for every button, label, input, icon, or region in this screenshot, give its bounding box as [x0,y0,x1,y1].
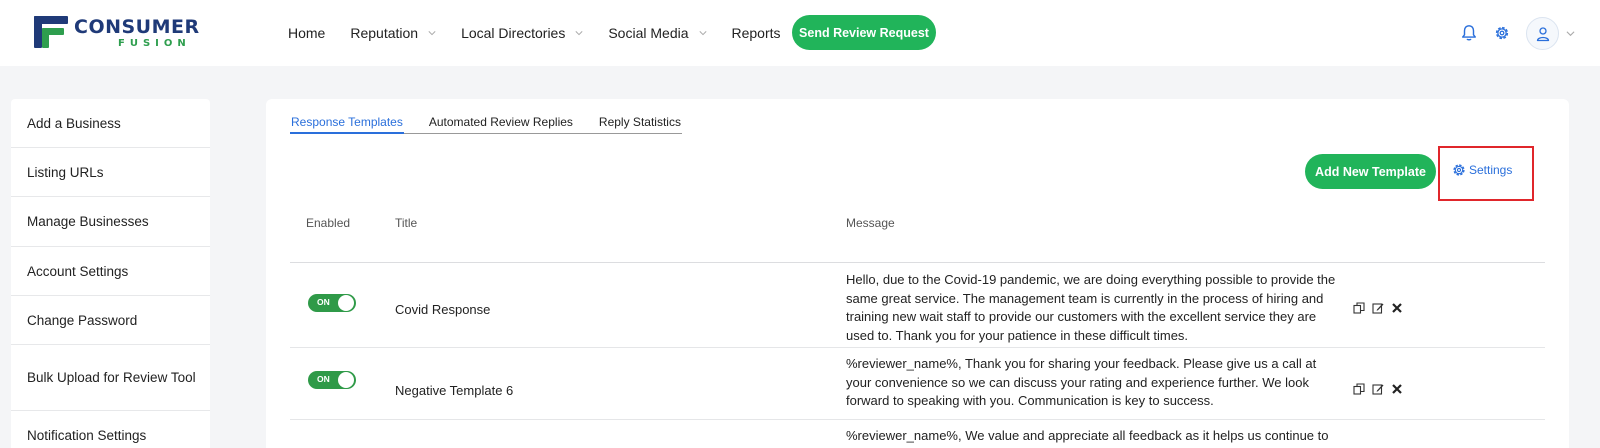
response-templates-panel: Response Templates Automated Review Repl… [266,99,1569,448]
column-header-message: Message [846,216,895,230]
edit-icon[interactable] [1372,383,1384,395]
table-header-divider [290,262,1545,263]
enabled-toggle[interactable]: ON [308,371,356,389]
chevron-down-icon[interactable] [1566,29,1575,38]
tab-response-templates[interactable]: Response Templates [290,115,404,134]
sidebar-item-bulk-upload[interactable]: Bulk Upload for Review Tool [11,345,210,411]
settings-link-label: Settings [1469,163,1513,177]
sidebar-item-add-business[interactable]: Add a Business [11,99,210,148]
sidebar-item-change-password[interactable]: Change Password [11,296,210,345]
chevron-down-icon [575,31,583,36]
column-header-enabled: Enabled [306,216,351,230]
copy-icon[interactable] [1353,383,1365,395]
top-bar: CONSUMER FUSION Home Reputation Local Di… [0,0,1600,66]
nav-reputation[interactable]: Reputation [350,25,436,41]
main-nav: Home Reputation Local Directories Social… [288,0,806,66]
nav-home-label: Home [288,25,326,41]
chevron-down-icon [698,31,707,36]
settings-link[interactable]: Settings [1452,163,1512,177]
edit-icon[interactable] [1372,302,1384,314]
toggle-state-label: ON [317,297,330,307]
add-new-template-button[interactable]: Add New Template [1305,154,1436,189]
logo-mark-icon [34,16,68,48]
column-header-title: Title [395,216,418,230]
tab-bar: Response Templates Automated Review Repl… [290,115,682,134]
template-message: %reviewer_name%, Thank you for sharing y… [846,356,1317,408]
nav-reports-label: Reports [731,25,781,41]
nav-home[interactable]: Home [288,25,325,41]
nav-reputation-label: Reputation [350,25,419,41]
template-message: %reviewer_name%, We value and appreciate… [846,428,1329,443]
nav-local-directories[interactable]: Local Directories [461,25,583,41]
nav-local-directories-label: Local Directories [461,25,566,41]
send-review-request-button[interactable]: Send Review Request [792,15,936,50]
gear-icon [1453,164,1465,176]
logo-word-fusion: FUSION [118,38,191,49]
consumer-fusion-logo[interactable]: CONSUMER FUSION [30,14,210,50]
delete-icon[interactable] [1391,302,1403,314]
bell-icon[interactable] [1460,24,1478,42]
toggle-knob [338,295,354,311]
template-message: Hello, due to the Covid-19 pandemic, we … [846,272,1336,343]
nav-social-media-label: Social Media [608,25,689,41]
template-title: Covid Response [395,302,491,317]
settings-sidebar: Add a Business Listing URLs Manage Busin… [11,99,210,448]
row-actions [1353,383,1410,395]
copy-icon[interactable] [1353,302,1365,314]
delete-icon[interactable] [1391,383,1403,395]
sidebar-item-manage-businesses[interactable]: Manage Businesses [11,197,210,247]
row-divider [290,347,1545,348]
enabled-toggle[interactable]: ON [308,294,356,312]
template-title: Negative Template 6 [395,383,514,398]
tab-reply-statistics[interactable]: Reply Statistics [598,115,682,134]
nav-reports[interactable]: Reports [732,25,781,41]
chevron-down-icon [428,31,436,36]
sidebar-item-listing-urls[interactable]: Listing URLs [11,148,210,197]
logo-word-consumer: CONSUMER [74,16,200,38]
gear-icon[interactable] [1493,24,1511,42]
user-icon [1536,26,1549,41]
sidebar-item-notification-settings[interactable]: Notification Settings [11,411,210,448]
row-actions [1353,302,1410,314]
toggle-knob [338,372,354,388]
user-avatar[interactable] [1526,17,1559,50]
tab-automated-review-replies[interactable]: Automated Review Replies [428,115,574,134]
nav-social-media[interactable]: Social Media [608,25,707,41]
sidebar-item-account-settings[interactable]: Account Settings [11,247,210,296]
toggle-state-label: ON [317,374,330,384]
row-divider [290,419,1545,420]
